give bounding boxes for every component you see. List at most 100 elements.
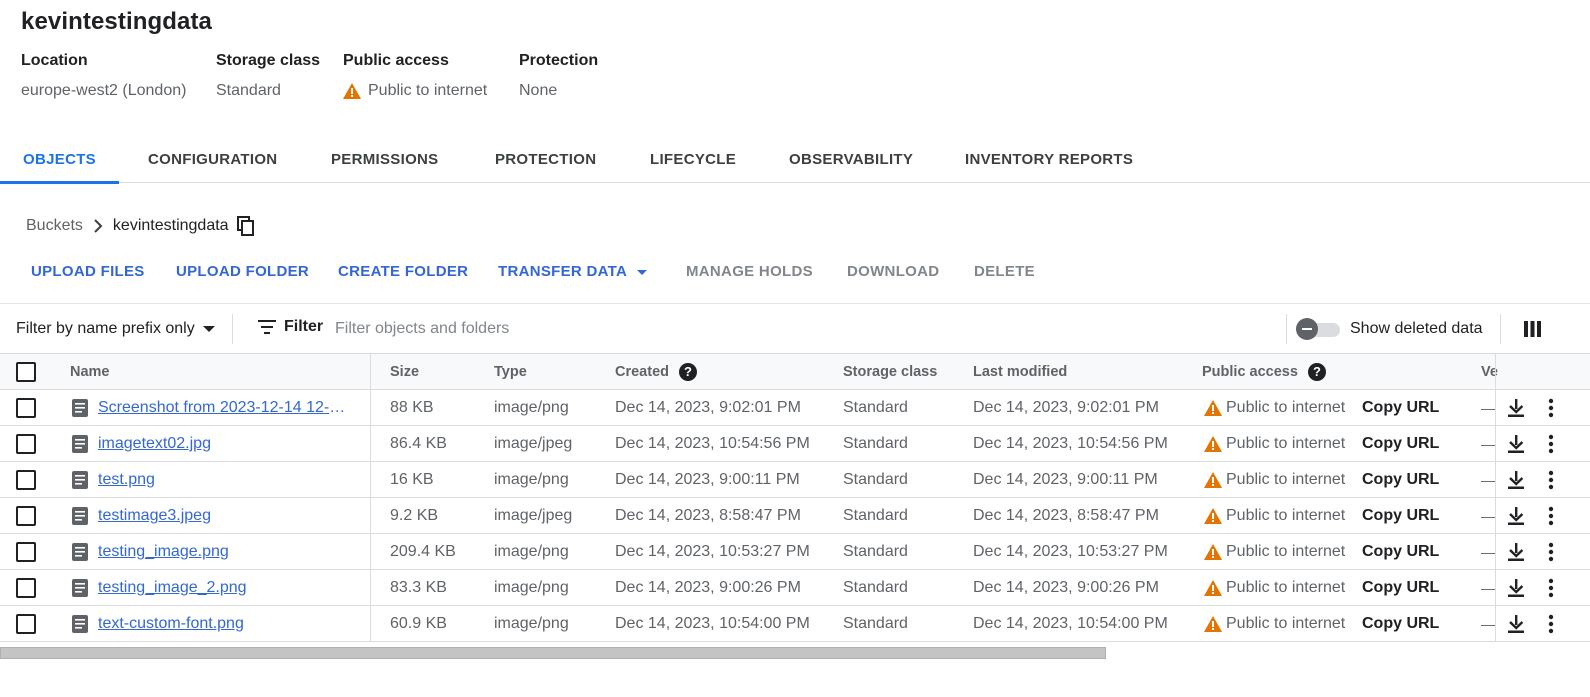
filter-icon (258, 320, 276, 334)
object-version: — (1481, 436, 1495, 452)
tab-observability[interactable]: OBSERVABILITY (789, 137, 913, 183)
object-name-link[interactable]: testing_image_2.png (98, 570, 247, 606)
upload-files-button[interactable]: UPLOAD FILES (31, 263, 145, 280)
row-checkbox[interactable] (16, 542, 36, 562)
horizontal-scrollbar[interactable] (0, 647, 1106, 659)
header-last-modified[interactable]: Last modified (973, 354, 1067, 390)
warning-icon (1204, 472, 1222, 488)
filter-prefix-label: Filter by name prefix only (16, 320, 195, 337)
table-row[interactable]: testimage3.jpeg 9.2 KB image/jpeg Dec 14, 2… (0, 498, 1590, 534)
object-name-link[interactable]: Screenshot from 2023-12-14 12-5… (98, 390, 353, 426)
table-row[interactable]: imagetext02.jpg 86.4 KB image/jpeg Dec 14, … (0, 426, 1590, 462)
header-storage-class[interactable]: Storage class (843, 354, 937, 390)
object-public-access: Public to internet (1204, 534, 1345, 570)
download-icon[interactable] (1507, 543, 1525, 561)
header-type[interactable]: Type (494, 354, 527, 390)
row-checkbox[interactable] (16, 470, 36, 490)
copy-url-button[interactable]: Copy URL (1362, 462, 1439, 498)
tab-protection[interactable]: PROTECTION (495, 137, 596, 183)
download-icon[interactable] (1507, 579, 1525, 597)
more-vert-icon[interactable] (1545, 398, 1557, 418)
warning-icon (343, 83, 361, 99)
tab-inventory-reports[interactable]: INVENTORY REPORTS (965, 137, 1133, 183)
header-name[interactable]: Name (70, 354, 110, 390)
row-checkbox[interactable] (16, 614, 36, 634)
object-public-access: Public to internet (1204, 498, 1345, 534)
row-checkbox[interactable] (16, 434, 36, 454)
meta-value: None (519, 82, 558, 99)
column-display-icon[interactable] (1524, 321, 1541, 337)
more-vert-icon[interactable] (1545, 434, 1557, 454)
object-name-link[interactable]: testimage3.jpeg (98, 498, 211, 534)
object-storage-class: Standard (843, 615, 908, 632)
more-vert-icon[interactable] (1545, 578, 1557, 598)
tab-configuration[interactable]: CONFIGURATION (148, 137, 277, 183)
table-row[interactable]: test.png 16 KB image/png Dec 14, 2023, 9:00… (0, 462, 1590, 498)
table-row[interactable]: text-custom-font.png 60.9 KB image/png Dec … (0, 606, 1590, 642)
download-icon[interactable] (1507, 507, 1525, 525)
filter-label: Filter (284, 318, 324, 335)
column-divider (370, 498, 371, 534)
object-name-link[interactable]: test.png (98, 462, 155, 498)
copy-url-button[interactable]: Copy URL (1362, 534, 1439, 570)
object-size: 86.4 KB (390, 435, 447, 452)
object-created: Dec 14, 2023, 10:54:56 PM (615, 435, 810, 452)
download-icon[interactable] (1507, 435, 1525, 453)
transfer-data-button[interactable]: TRANSFER DATA (498, 263, 648, 280)
object-version: — (1481, 544, 1495, 560)
header-size[interactable]: Size (390, 354, 419, 390)
help-icon[interactable]: ? (679, 363, 697, 382)
header-created[interactable]: Created? (615, 354, 697, 390)
copy-url-button[interactable]: Copy URL (1362, 426, 1439, 462)
delete-button[interactable]: DELETE (974, 263, 1035, 280)
copy-url-button[interactable]: Copy URL (1362, 498, 1439, 534)
table-row[interactable]: testing_image.png 209.4 KB image/png Dec 14… (0, 534, 1590, 570)
toggle-knob (1296, 318, 1318, 340)
object-version: — (1481, 580, 1495, 596)
manage-holds-button[interactable]: MANAGE HOLDS (686, 263, 813, 280)
object-last-modified: Dec 14, 2023, 10:53:27 PM (973, 543, 1168, 560)
table-row[interactable]: Screenshot from 2023-12-14 12-5… 88 KB ima… (0, 390, 1590, 426)
row-checkbox[interactable] (16, 578, 36, 598)
column-divider (1495, 390, 1496, 426)
row-checkbox[interactable] (16, 398, 36, 418)
more-vert-icon[interactable] (1545, 542, 1557, 562)
public-access-text: Public to internet (1226, 399, 1346, 416)
object-name-link[interactable]: imagetext02.jpg (98, 426, 211, 462)
create-folder-button[interactable]: CREATE FOLDER (338, 263, 468, 280)
action-toolbar: UPLOAD FILES UPLOAD FOLDER CREATE FOLDER… (0, 256, 1590, 304)
filter-prefix-dropdown[interactable]: Filter by name prefix only (16, 320, 215, 338)
help-icon[interactable]: ? (1307, 363, 1326, 382)
tab-lifecycle[interactable]: LIFECYCLE (650, 137, 736, 183)
more-vert-icon[interactable] (1545, 470, 1557, 490)
upload-folder-button[interactable]: UPLOAD FOLDER (176, 263, 309, 280)
filter-button[interactable]: Filter (258, 318, 323, 336)
select-all-checkbox[interactable] (16, 362, 36, 382)
tab-objects[interactable]: OBJECTS (0, 137, 119, 184)
download-icon[interactable] (1507, 399, 1525, 417)
header-public-access[interactable]: Public access? (1202, 354, 1326, 390)
download-button[interactable]: DOWNLOAD (847, 263, 939, 280)
tab-permissions[interactable]: PERMISSIONS (331, 137, 439, 183)
download-icon[interactable] (1507, 471, 1525, 489)
more-vert-icon[interactable] (1545, 614, 1557, 634)
download-icon[interactable] (1507, 615, 1525, 633)
show-deleted-toggle[interactable] (1296, 318, 1340, 340)
object-version: — (1481, 400, 1495, 416)
object-name-link[interactable]: text-custom-font.png (98, 606, 244, 642)
object-type: image/png (494, 543, 569, 560)
object-version: — (1481, 508, 1495, 524)
object-name-link[interactable]: testing_image.png (98, 534, 229, 570)
object-last-modified: Dec 14, 2023, 8:58:47 PM (973, 507, 1159, 524)
meta-location: Location europe-west2 (London) (21, 52, 186, 100)
breadcrumb-buckets-link[interactable]: Buckets (26, 217, 83, 235)
copy-icon[interactable] (236, 216, 255, 236)
filter-input[interactable] (335, 317, 1235, 341)
column-divider (370, 390, 371, 426)
row-checkbox[interactable] (16, 506, 36, 526)
copy-url-button[interactable]: Copy URL (1362, 570, 1439, 606)
more-vert-icon[interactable] (1545, 506, 1557, 526)
table-row[interactable]: testing_image_2.png 83.3 KB image/png Dec 1… (0, 570, 1590, 606)
copy-url-button[interactable]: Copy URL (1362, 390, 1439, 426)
copy-url-button[interactable]: Copy URL (1362, 606, 1439, 642)
